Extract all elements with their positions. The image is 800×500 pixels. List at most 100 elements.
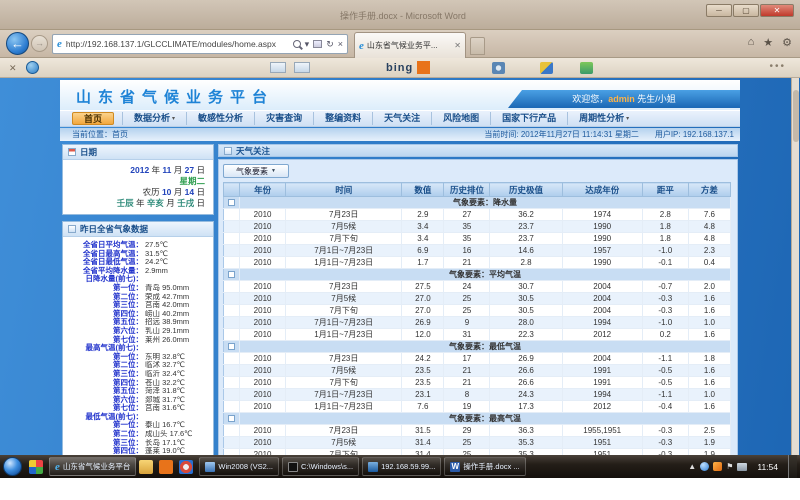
table-cell: -1.0 [642, 317, 688, 329]
table-cell: 1957 [562, 245, 642, 257]
table-data-row[interactable]: 20107月23日2.92736.219742.87.6 [224, 209, 731, 221]
tray-network-icon[interactable] [737, 463, 747, 471]
show-desktop-button[interactable] [788, 455, 797, 478]
toolbar-close-icon[interactable]: ✕ [9, 63, 17, 74]
tools-gear-icon[interactable]: ⚙ [782, 36, 792, 49]
more-options-icon[interactable]: ••• [769, 61, 786, 72]
expand-toggle[interactable] [228, 271, 235, 278]
browser-tab[interactable]: e 山东省气候业务平... ✕ [354, 32, 466, 58]
table-cell: 7月5候 [286, 437, 402, 449]
minimize-button[interactable]: ─ [706, 4, 732, 17]
expand-toggle[interactable] [228, 199, 235, 206]
compatibility-view-icon[interactable] [313, 40, 322, 48]
mail-icon[interactable] [294, 62, 310, 73]
addon-icon-3[interactable] [580, 62, 593, 74]
refresh-icon[interactable]: ↻ [326, 40, 334, 49]
table-cell: -0.5 [642, 365, 688, 377]
table-data-row[interactable]: 20107月1日~7月23日26.9928.01994-1.01.0 [224, 317, 731, 329]
scrollbar-thumb[interactable] [793, 90, 799, 142]
table-data-row[interactable]: 20101月1日~7月23日7.61917.32012-0.41.6 [224, 401, 731, 413]
group-expand-cell [224, 341, 240, 353]
table-cell: -0.3 [642, 293, 688, 305]
expand-toggle[interactable] [228, 343, 235, 350]
bing-toolbar[interactable]: bing [386, 61, 430, 74]
table-data-row[interactable]: 20107月下旬3.43523.719901.84.8 [224, 233, 731, 245]
maximize-button[interactable]: ▢ [733, 4, 759, 17]
back-button[interactable]: ← [6, 32, 29, 55]
expand-toggle[interactable] [228, 415, 235, 422]
address-bar[interactable]: e http://192.168.137.1/GLCCLIMATE/module… [52, 34, 348, 54]
active-task-button[interactable]: e 山东省气候业务平台 [49, 457, 136, 476]
table-cell: 25 [444, 437, 490, 449]
media-player-icon[interactable] [179, 460, 193, 474]
table-cell: 1991 [562, 365, 642, 377]
dropdown-arrow-icon[interactable]: ▾ [305, 40, 310, 49]
bing-tile-icon[interactable] [417, 61, 430, 74]
remote-icon [368, 462, 378, 472]
tray-flag-icon[interactable]: ⚑ [726, 463, 733, 471]
table-data-row[interactable]: 20101月1日~7月23日12.03122.320120.21.6 [224, 329, 731, 341]
snagit-icon[interactable] [26, 61, 39, 74]
nav-item-1[interactable]: 首页 [72, 112, 114, 125]
table-data-row[interactable]: 20107月5候23.52126.61991-0.51.6 [224, 365, 731, 377]
home-icon[interactable]: ⌂ [748, 36, 755, 49]
table-cell: 28.0 [490, 317, 562, 329]
table-data-row[interactable]: 20101月1日~7月23日1.7212.81990-0.10.4 [224, 257, 731, 269]
table-data-row[interactable]: 20107月23日31.52936.31955,1951-0.32.5 [224, 425, 731, 437]
tab-close-icon[interactable]: ✕ [454, 41, 461, 50]
nav-item-7[interactable]: 风险地图 [431, 112, 490, 125]
addon-icon-2[interactable] [540, 62, 553, 74]
pinned-app-icon[interactable] [29, 460, 43, 474]
new-tab-button[interactable] [470, 37, 485, 55]
stop-icon[interactable]: × [338, 40, 343, 49]
task-button-2[interactable]: C:\Windows\s... [282, 457, 359, 476]
date-text: 10 [162, 187, 171, 197]
bing-logo[interactable]: bing [386, 62, 413, 74]
nav-item-4[interactable]: 灾害查询 [254, 112, 313, 125]
table-cell: 1.0 [688, 317, 730, 329]
table-data-row[interactable]: 20107月下旬27.02530.52004-0.31.6 [224, 305, 731, 317]
explorer-folder-icon[interactable] [139, 460, 153, 474]
group-label: 气象要素：最低气温 [449, 342, 521, 351]
table-cell: 1.6 [688, 293, 730, 305]
start-button[interactable] [3, 457, 22, 476]
table-data-row[interactable]: 20107月5候31.42535.31951-0.31.9 [224, 437, 731, 449]
table-data-row[interactable]: 20107月1日~7月23日23.1824.31994-1.11.0 [224, 389, 731, 401]
search-icon[interactable] [293, 40, 301, 48]
table-cell: 2010 [240, 389, 286, 401]
table-data-row[interactable]: 20107月23日24.21726.92004-1.11.8 [224, 353, 731, 365]
task-button-4[interactable]: W操作手册.docx ... [444, 457, 525, 476]
taskbar-clock[interactable]: 11:54 [757, 462, 778, 472]
table-data-row[interactable]: 20107月23日27.52430.72004-0.72.0 [224, 281, 731, 293]
nav-item-9[interactable]: 周期性分析▾ [567, 112, 640, 125]
element-filter-button[interactable]: 气象要素 ▼ [223, 164, 289, 178]
tray-messenger-icon[interactable] [700, 462, 709, 471]
table-data-row[interactable]: 20107月5候27.02530.52004-0.31.6 [224, 293, 731, 305]
task-button-3[interactable]: 192.168.59.99... [362, 457, 441, 476]
addon-icon-1[interactable] [492, 62, 505, 74]
tray-app-icon[interactable] [713, 462, 722, 471]
table-data-row[interactable]: 20107月1日~7月23日6.91614.61957-1.02.3 [224, 245, 731, 257]
forward-button[interactable]: → [31, 35, 48, 52]
favorites-star-icon[interactable]: ★ [763, 36, 773, 49]
table-cell: -0.5 [642, 377, 688, 389]
nav-item-8[interactable]: 国家下行产品 [490, 112, 567, 125]
tray-up-arrow-icon[interactable]: ▲ [688, 463, 696, 471]
date-text: 27 [185, 165, 194, 175]
nav-item-5[interactable]: 整编资料 [313, 112, 372, 125]
table-data-row[interactable]: 20107月下旬23.52126.61991-0.51.6 [224, 377, 731, 389]
nav-item-6[interactable]: 天气关注 [372, 112, 431, 125]
close-button[interactable]: ✕ [760, 4, 794, 17]
table-cell: 7.6 [402, 401, 444, 413]
pinned-app-icon-2[interactable] [159, 460, 173, 474]
table-data-row[interactable]: 20107月5候3.43523.719901.84.8 [224, 221, 731, 233]
scrollbar[interactable] [791, 78, 799, 455]
url-text[interactable]: http://192.168.137.1/GLCCLIMATE/modules/… [66, 39, 293, 49]
table-cell: 2010 [240, 425, 286, 437]
capture-thumbnail-icon[interactable] [270, 62, 286, 73]
nav-item-3[interactable]: 敏感性分析 [186, 112, 254, 125]
task-button-1[interactable]: Win2008 (VS2... [199, 457, 279, 476]
table-header-cell: 历史排位 [444, 183, 490, 197]
table-cell: 1974 [562, 209, 642, 221]
nav-item-2[interactable]: 数据分析▾ [122, 112, 186, 125]
